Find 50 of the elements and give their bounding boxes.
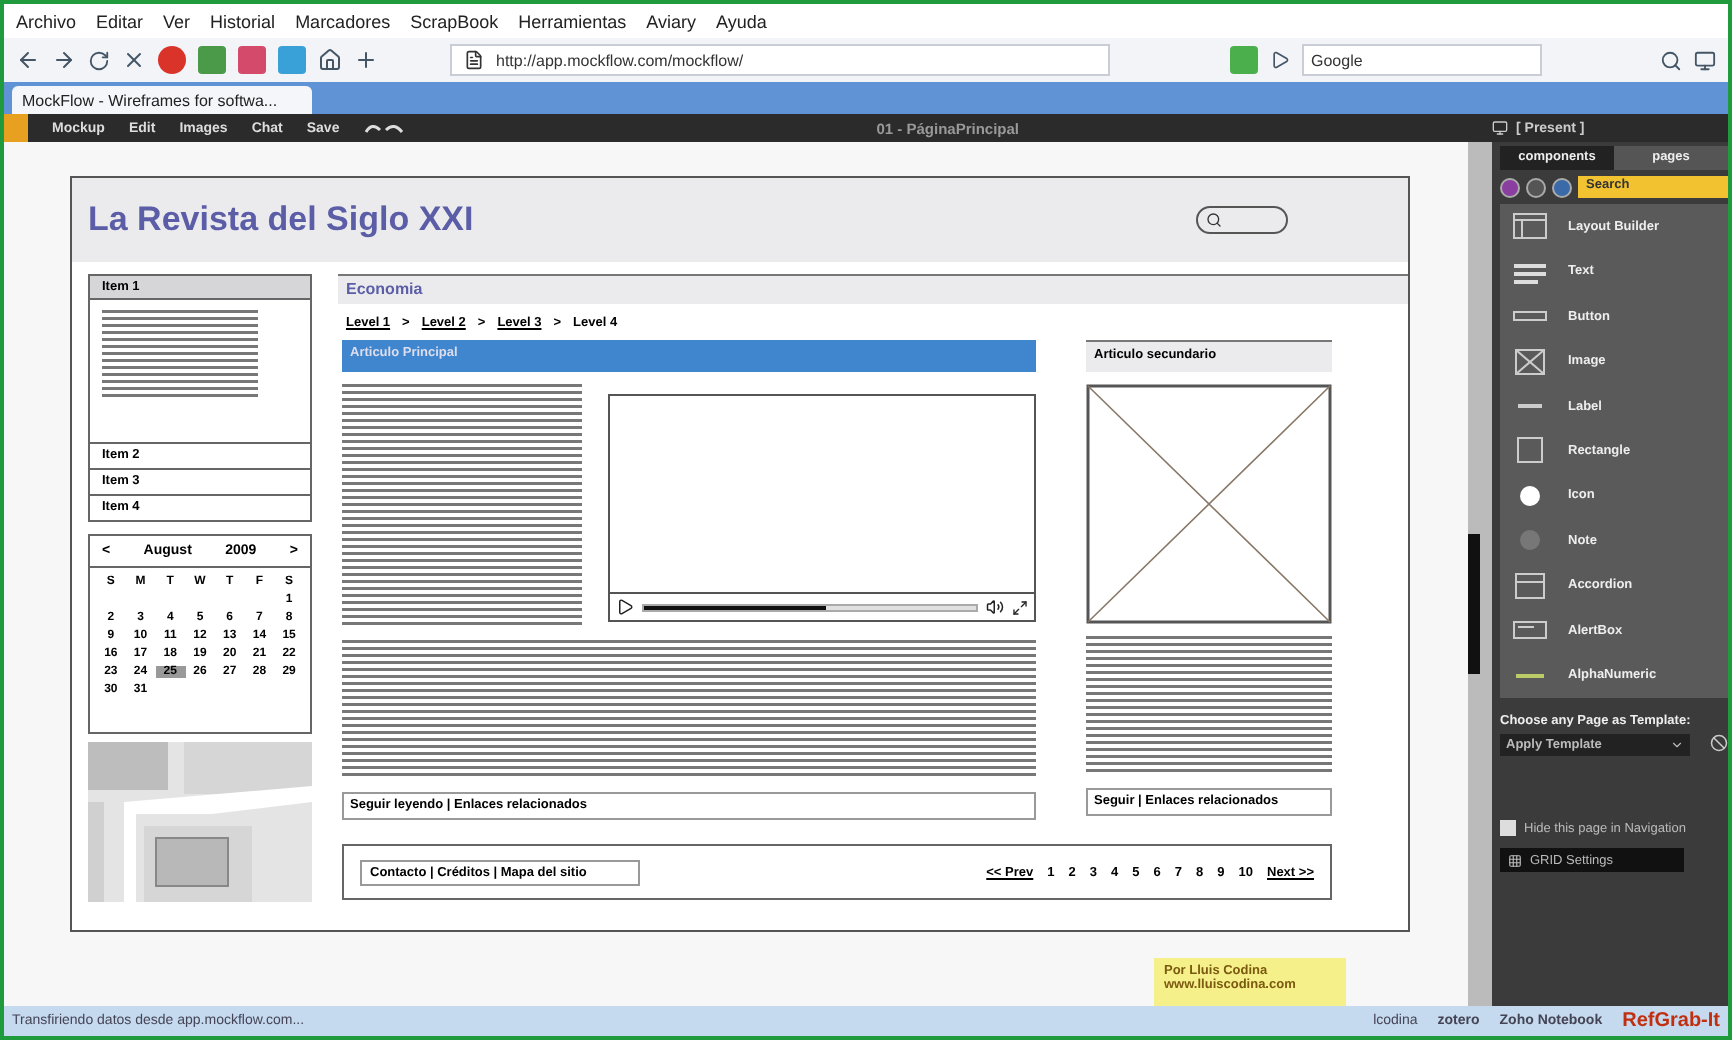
plus-icon[interactable] <box>354 48 378 72</box>
menu-item[interactable]: Archivo <box>16 11 77 31</box>
menu-item[interactable]: Ayuda <box>716 11 767 31</box>
menu-item[interactable]: Marcadores <box>295 11 391 31</box>
component-icon <box>1516 673 1544 678</box>
component-icon <box>1518 404 1542 409</box>
addon-icon[interactable] <box>158 46 186 74</box>
forward-icon[interactable] <box>52 48 76 72</box>
component-icon <box>1512 347 1548 376</box>
menu-item[interactable]: Editar <box>96 11 144 31</box>
app-logo-icon <box>4 114 28 142</box>
grid-icon <box>1508 853 1522 867</box>
component-icon <box>1518 483 1542 508</box>
play-icon[interactable] <box>1269 50 1289 70</box>
page-icon <box>464 50 484 70</box>
component-icon <box>1512 436 1548 465</box>
menu-item[interactable]: Ver <box>163 11 191 31</box>
monitor-icon <box>1492 120 1508 136</box>
menu-item[interactable]: ScrapBook <box>410 11 499 31</box>
reload-icon[interactable] <box>88 49 110 71</box>
url-field[interactable]: http://app.mockflow.com/mockflow/ <box>450 44 1110 76</box>
fullscreen-icon[interactable] <box>1012 599 1028 615</box>
close-icon[interactable] <box>122 48 146 72</box>
search-icon[interactable] <box>1660 49 1682 71</box>
block-icon[interactable] <box>1710 733 1728 751</box>
component-icon <box>1512 212 1548 241</box>
volume-icon[interactable] <box>986 598 1004 616</box>
status-bar-item[interactable]: RefGrab-It <box>1622 1010 1720 1032</box>
component-icon <box>1512 616 1548 645</box>
monitor-icon[interactable] <box>1694 49 1716 71</box>
section-header: Economia <box>338 274 1408 304</box>
site-title: La Revista del Siglo XXI <box>88 200 474 240</box>
browser-tab[interactable]: MockFlow - Wireframes for softwa... <box>12 86 312 114</box>
component-icon <box>1512 571 1548 600</box>
menu-item[interactable]: Aviary <box>646 11 696 31</box>
search-icon <box>1206 212 1222 228</box>
site-search-field[interactable] <box>1196 206 1288 234</box>
menu-item[interactable]: Historial <box>210 11 276 31</box>
component-icon <box>1512 310 1548 323</box>
progress-track[interactable] <box>642 603 978 611</box>
scrollbar[interactable] <box>1468 142 1492 1006</box>
undo-redo-icon[interactable] <box>363 122 404 134</box>
checkbox[interactable] <box>1500 820 1516 836</box>
menu-item[interactable]: Herramientas <box>518 11 627 31</box>
back-icon[interactable] <box>16 48 40 72</box>
chevron-icon <box>1670 738 1684 752</box>
browser-search-field[interactable]: Google <box>1301 44 1541 76</box>
component-icon <box>1518 528 1542 553</box>
home-icon[interactable] <box>318 48 342 72</box>
play-icon[interactable] <box>616 598 634 616</box>
